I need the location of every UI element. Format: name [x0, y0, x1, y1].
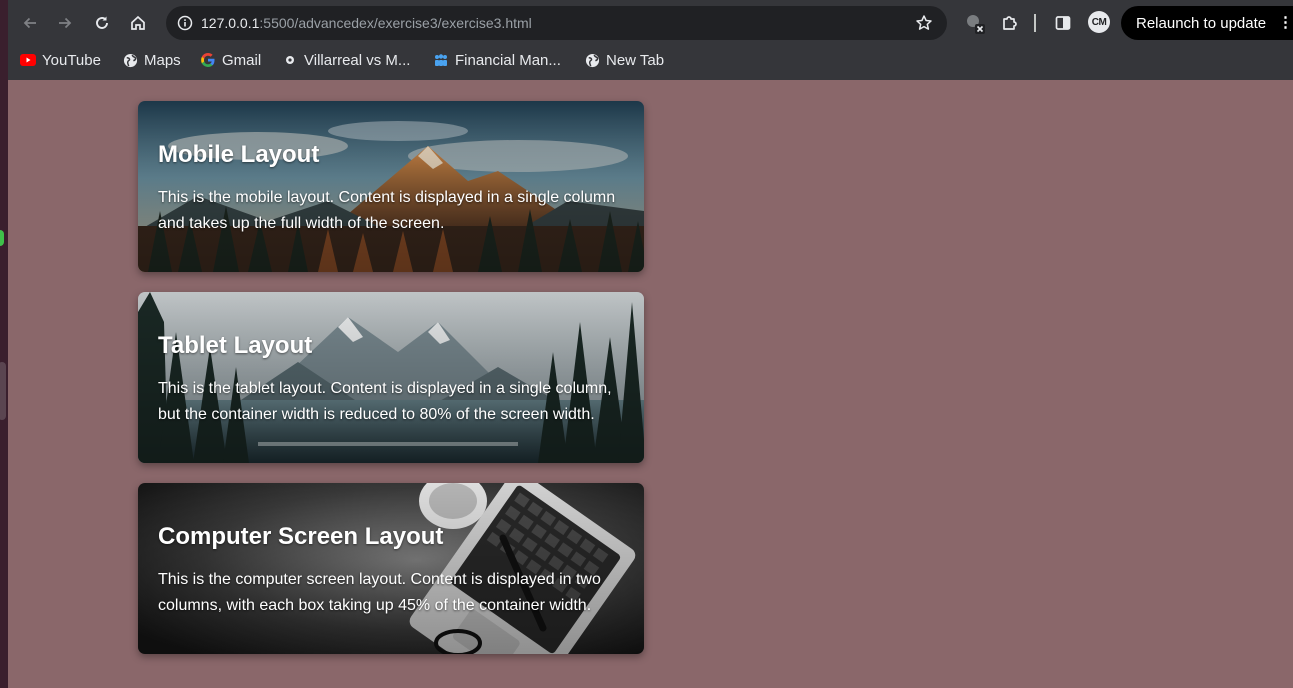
dock-indicator	[0, 230, 4, 246]
forward-button[interactable]	[50, 8, 80, 38]
arrow-left-icon	[23, 17, 36, 29]
card-description: This is the mobile layout. Content is di…	[158, 189, 616, 232]
more-menu-icon[interactable]: ⋮	[1278, 15, 1293, 31]
reload-button[interactable]	[87, 8, 117, 38]
site-info-icon[interactable]	[174, 12, 196, 34]
desktop-dock-strip	[0, 0, 8, 688]
extension-status-icon	[967, 15, 985, 34]
puzzle-icon	[1003, 16, 1017, 30]
extensions-button[interactable]	[995, 8, 1025, 38]
mobile-layout-card: Mobile Layout This is the mobile layout.…	[138, 101, 644, 272]
bookmark-label: Maps	[144, 51, 181, 69]
card-title: Mobile Layout	[158, 141, 320, 168]
page-viewport: Mobile Layout This is the mobile layout.…	[8, 80, 1293, 688]
browser-toolbar: 127.0.0.1:5500/advancedex/exercise3/exer…	[8, 0, 1293, 46]
url-text[interactable]: 127.0.0.1:5500/advancedex/exercise3/exer…	[201, 6, 532, 40]
dock-handle[interactable]	[0, 362, 6, 420]
reload-icon	[96, 16, 108, 29]
bookmarks-bar: YouTube Maps Gmail Villarreal vs M... Fi…	[8, 46, 1293, 74]
card-title: Computer Screen Layout	[158, 523, 444, 550]
people-icon	[433, 52, 449, 68]
tablet-layout-card: Tablet Layout This is the tablet layout.…	[138, 292, 644, 463]
bookmark-youtube[interactable]: YouTube	[20, 49, 101, 71]
back-button[interactable]	[15, 8, 45, 38]
card-description: This is the computer screen layout. Cont…	[158, 571, 601, 614]
youtube-icon	[20, 52, 36, 68]
relaunch-update-button[interactable]: Relaunch to update ⋮	[1121, 6, 1293, 40]
bookmark-new-tab[interactable]: New Tab	[584, 49, 664, 71]
home-icon	[131, 15, 145, 30]
side-panel-icon	[1055, 16, 1071, 30]
card-title: Tablet Layout	[158, 332, 313, 359]
google-icon	[200, 52, 216, 68]
toolbar-divider	[1034, 14, 1036, 32]
relaunch-label: Relaunch to update	[1136, 14, 1267, 32]
bookmark-label: Villarreal vs M...	[304, 51, 411, 69]
bookmark-maps[interactable]: Maps	[122, 49, 181, 71]
url-host: 127.0.0.1	[201, 15, 260, 31]
side-panel-button[interactable]	[1048, 8, 1078, 38]
bookmark-label: New Tab	[606, 51, 665, 69]
profile-avatar[interactable]: CM	[1088, 11, 1110, 33]
bookmark-financial[interactable]: Financial Man...	[433, 49, 561, 71]
url-path: :5500/advancedex/exercise3/exercise3.htm…	[259, 15, 532, 31]
bookmark-label: YouTube	[42, 51, 101, 69]
bookmark-label: Financial Man...	[455, 51, 561, 69]
home-button[interactable]	[123, 8, 153, 38]
address-bar[interactable]: 127.0.0.1:5500/advancedex/exercise3/exer…	[166, 6, 947, 40]
browser-chrome: 127.0.0.1:5500/advancedex/exercise3/exer…	[8, 0, 1293, 80]
computer-screen-layout-card: Computer Screen Layout This is the compu…	[138, 483, 644, 654]
bookmark-label: Gmail	[222, 51, 262, 69]
bookmark-gmail[interactable]: Gmail	[200, 49, 261, 71]
extension-button[interactable]	[960, 8, 990, 38]
bookmark-star-icon[interactable]	[913, 12, 935, 34]
globe-icon	[584, 52, 600, 68]
card-description: This is the tablet layout. Content is di…	[158, 380, 612, 423]
globe-icon	[122, 52, 138, 68]
bookmark-villarreal[interactable]: Villarreal vs M...	[282, 49, 410, 71]
soccer-icon	[282, 52, 298, 68]
arrow-right-icon	[59, 17, 72, 29]
